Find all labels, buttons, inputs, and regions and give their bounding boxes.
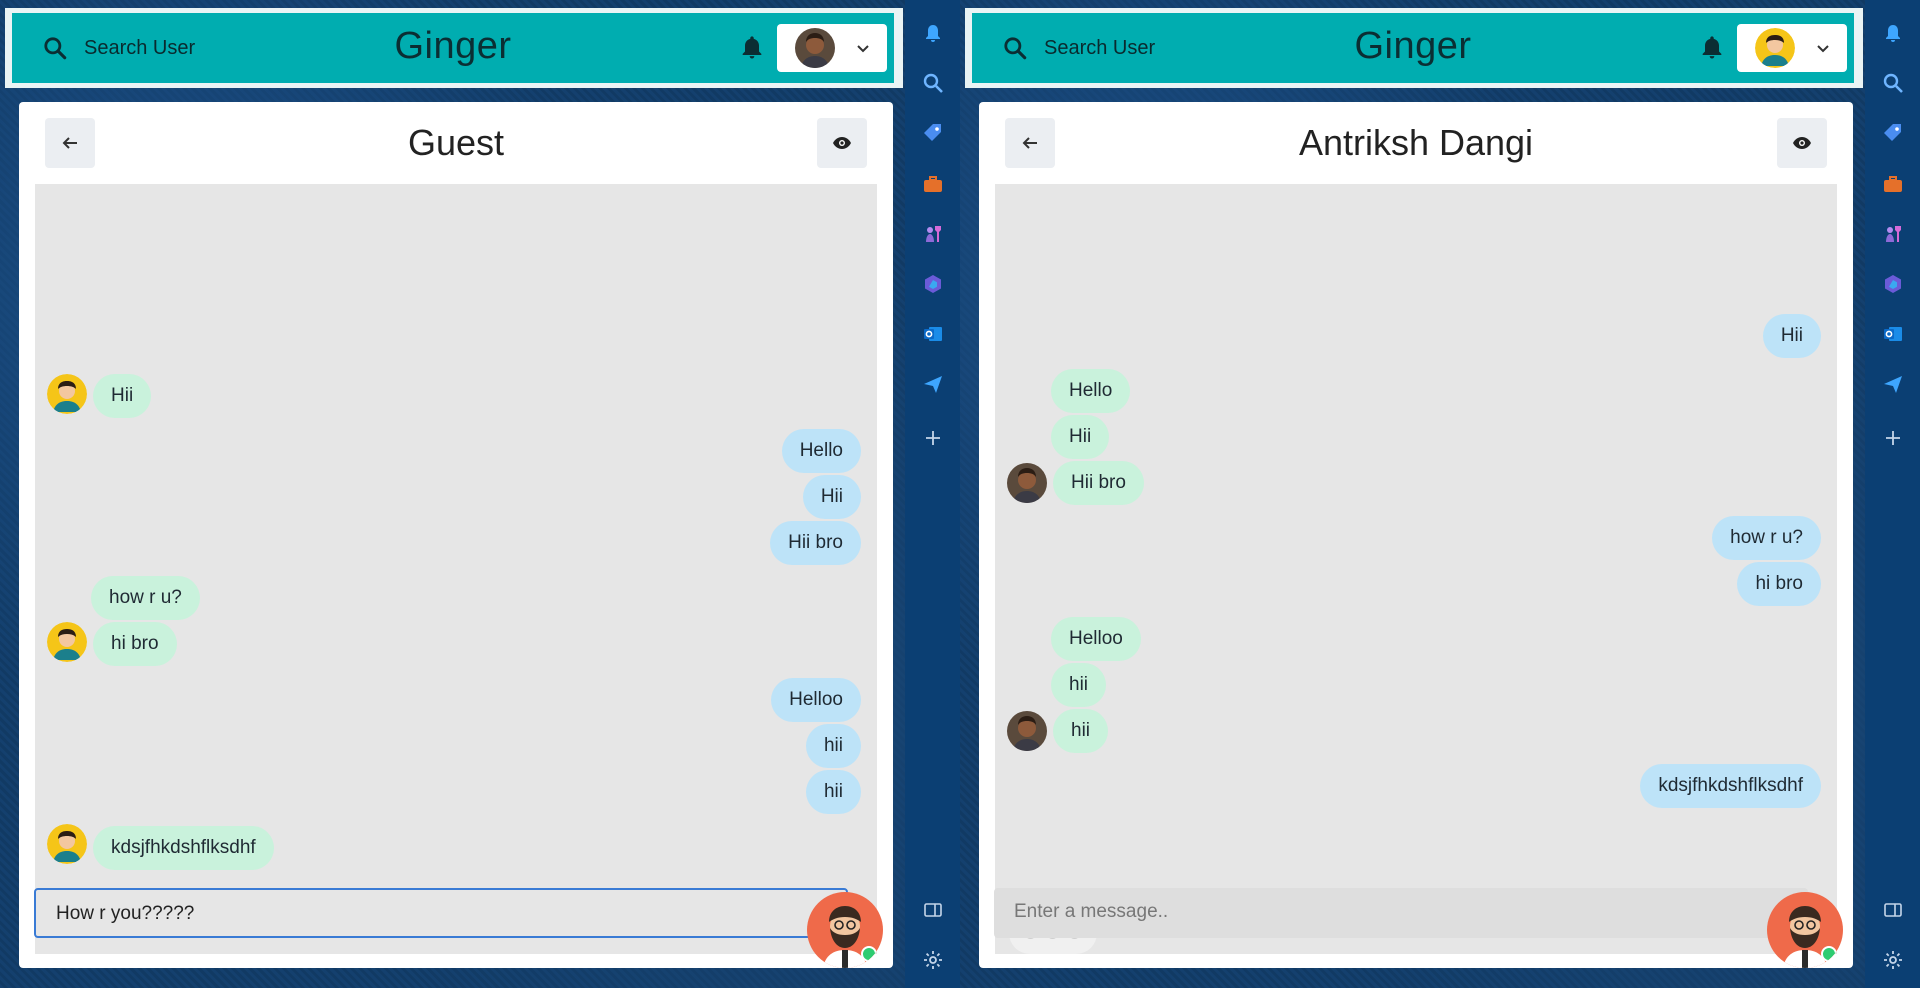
bell-icon[interactable]	[1881, 22, 1905, 46]
tag-icon[interactable]	[921, 121, 945, 145]
sender-avatar	[1007, 463, 1047, 503]
message-bubble: hi bro	[93, 622, 177, 666]
eye-icon	[833, 137, 851, 149]
chess-icon[interactable]	[1881, 222, 1905, 246]
message-bubble: hii	[805, 770, 861, 814]
topbar: Search User Ginger	[972, 13, 1854, 83]
right-pane: Search User Ginger Antriksh Dangi Hii He…	[960, 0, 1920, 988]
message-list: Hii Hello Hii Hii bro how r u? hi bro He…	[35, 184, 877, 954]
chat-header: Antriksh Dangi	[979, 102, 1853, 184]
left-pane: Search User Ginger Guest Hii Hello Hii H…	[0, 0, 960, 988]
message-bubble: kdsjfhkdshflksdhf	[1640, 764, 1821, 808]
browser-sidebar	[1865, 0, 1920, 988]
plus-icon[interactable]	[921, 426, 945, 450]
search-icon[interactable]	[1881, 71, 1905, 95]
copilot-icon[interactable]	[1881, 272, 1905, 296]
message-bubble: Hello	[781, 429, 861, 473]
browser-sidebar	[905, 0, 960, 988]
message-bubble: Helloo	[771, 678, 861, 722]
message-bubble: hii	[1051, 663, 1107, 707]
app-window: Search User Ginger Guest Hii Hello Hii H…	[0, 0, 905, 988]
chat-title: Guest	[407, 122, 505, 163]
message-bubble: Hello	[1051, 369, 1131, 413]
panel-icon[interactable]	[921, 898, 945, 922]
search-user-button[interactable]: Search User	[84, 37, 195, 60]
message-bubble: how r u?	[1712, 516, 1821, 560]
message-input[interactable]: How r you?????	[34, 888, 848, 938]
notification-bell-icon[interactable]	[738, 33, 766, 63]
online-status-dot	[861, 946, 877, 962]
profile-menu-button[interactable]	[1737, 24, 1847, 72]
view-profile-button[interactable]	[817, 118, 867, 168]
message-bubble: Hii bro	[770, 521, 861, 565]
message-bubble: Hii	[1762, 314, 1821, 358]
search-icon[interactable]	[42, 35, 68, 61]
chat-card: Antriksh Dangi Hii Hello Hii Hii bro how…	[979, 102, 1853, 968]
chatbot-avatar-button[interactable]	[807, 892, 883, 968]
brand-title: Ginger	[1354, 25, 1472, 67]
chat-card: Guest Hii Hello Hii Hii bro how r u? hi …	[19, 102, 893, 968]
tag-icon[interactable]	[1881, 121, 1905, 145]
profile-menu-button[interactable]	[777, 24, 887, 72]
briefcase-icon[interactable]	[921, 172, 945, 196]
search-icon[interactable]	[1002, 35, 1028, 61]
message-bubble: Hii	[1051, 415, 1110, 459]
search-user-button[interactable]: Search User	[1044, 37, 1155, 60]
user-avatar	[795, 28, 835, 68]
sender-avatar	[47, 374, 87, 414]
app-window: Search User Ginger Antriksh Dangi Hii He…	[960, 0, 1865, 988]
message-bubble: Hii	[802, 475, 861, 519]
sender-avatar	[1007, 711, 1047, 751]
notification-bell-icon[interactable]	[1698, 33, 1726, 63]
message-bubble: how r u?	[91, 576, 200, 620]
bell-icon[interactable]	[921, 22, 945, 46]
view-profile-button[interactable]	[1777, 118, 1827, 168]
topbar: Search User Ginger	[12, 13, 894, 83]
message-bubble: Hii bro	[1053, 461, 1144, 505]
chatbot-avatar-button[interactable]	[1767, 892, 1843, 968]
message-bubble: Helloo	[1051, 617, 1141, 661]
chat-header: Guest	[19, 102, 893, 184]
eye-icon	[1793, 137, 1811, 149]
message-bubble: kdsjfhkdshflksdhf	[93, 826, 274, 870]
outlook-icon[interactable]	[921, 322, 945, 346]
chess-icon[interactable]	[921, 222, 945, 246]
panel-icon[interactable]	[1881, 898, 1905, 922]
copilot-icon[interactable]	[921, 272, 945, 296]
message-list: Hii Hello Hii Hii bro how r u? hi bro He…	[995, 184, 1837, 954]
message-bubble: Hii	[93, 374, 152, 418]
message-bubble: hii	[805, 724, 861, 768]
search-icon[interactable]	[921, 71, 945, 95]
chevron-down-icon	[1817, 45, 1829, 53]
message-bubble: hi bro	[1737, 562, 1821, 606]
sender-avatar	[47, 824, 87, 864]
plus-icon[interactable]	[1881, 426, 1905, 450]
online-status-dot	[1821, 946, 1837, 962]
chat-title: Antriksh Dangi	[1298, 122, 1534, 163]
briefcase-icon[interactable]	[1881, 172, 1905, 196]
send-icon[interactable]	[921, 372, 945, 396]
chevron-down-icon	[857, 45, 869, 53]
gear-icon[interactable]	[1881, 948, 1905, 972]
sender-avatar	[47, 622, 87, 662]
message-input[interactable]: Enter a message..	[994, 888, 1808, 938]
send-icon[interactable]	[1881, 372, 1905, 396]
outlook-icon[interactable]	[1881, 322, 1905, 346]
brand-title: Ginger	[394, 25, 512, 67]
message-bubble: hii	[1053, 709, 1109, 753]
gear-icon[interactable]	[921, 948, 945, 972]
user-avatar	[1755, 28, 1795, 68]
